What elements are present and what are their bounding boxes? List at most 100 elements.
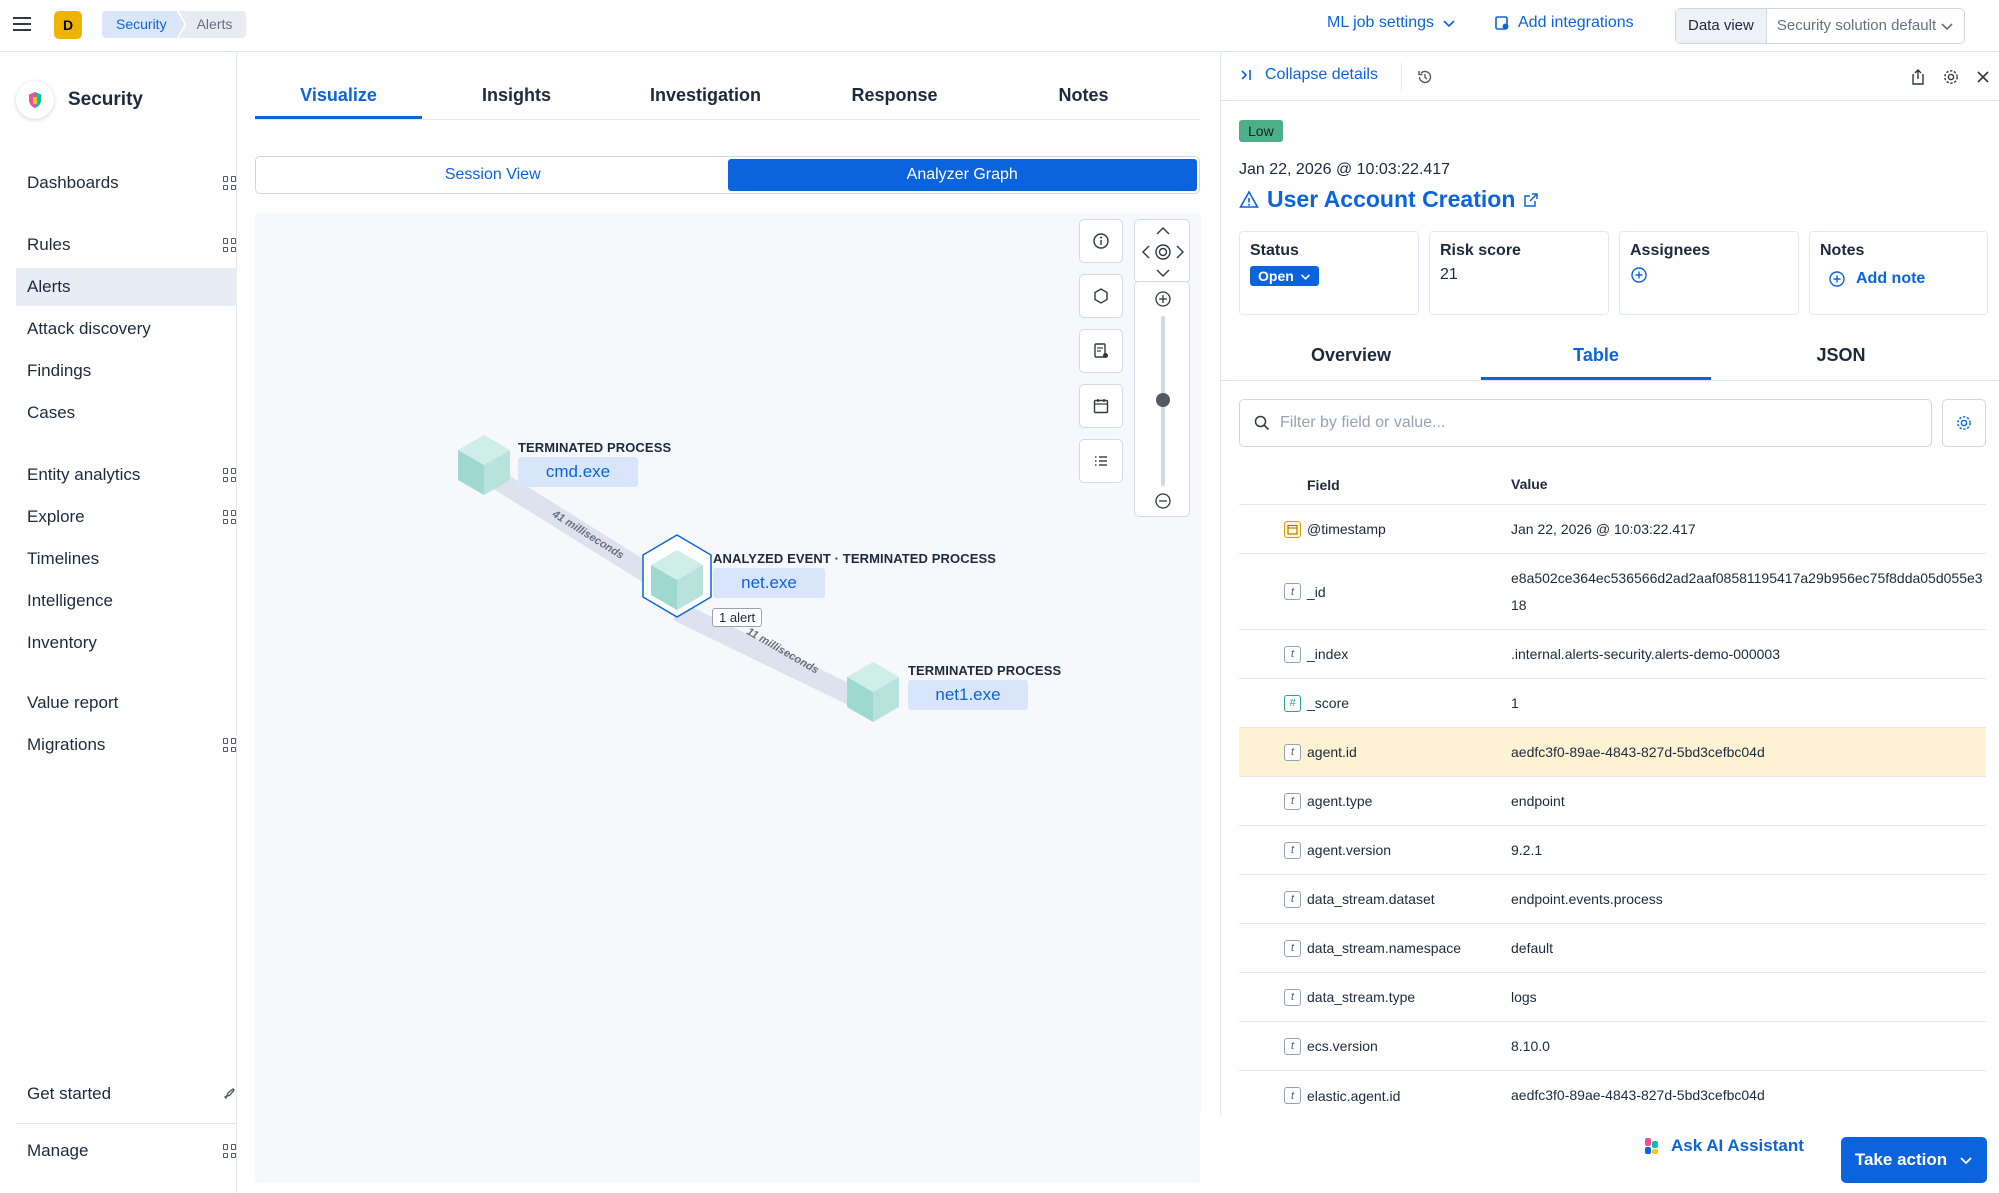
table-header: Field Value (1239, 465, 1986, 505)
sidebar-item-timelines[interactable]: Timelines (16, 540, 237, 578)
table-settings-button[interactable] (1942, 399, 1986, 447)
list-icon (1095, 456, 1107, 466)
pan-left-icon[interactable] (1142, 245, 1150, 259)
pan-up-icon[interactable] (1156, 227, 1170, 235)
analyzer-graph-button[interactable]: Analyzer Graph (727, 159, 1197, 191)
field-name: agent.id (1307, 744, 1357, 760)
sidebar-item-inventory[interactable]: Inventory (16, 624, 237, 662)
column-header-value[interactable]: Value (1511, 471, 1986, 498)
sidebar-item-label: Explore (27, 507, 85, 526)
sidebar-item-dashboards[interactable]: Dashboards (16, 164, 237, 202)
status-dropdown[interactable]: Open (1250, 266, 1319, 286)
node-shape-button[interactable] (1079, 274, 1123, 318)
collapse-right-icon (1241, 70, 1251, 80)
table-row[interactable]: t _id e8a502ce364ec536566d2ad2aaf0858119… (1239, 554, 1986, 630)
process-list-button[interactable] (1079, 439, 1123, 483)
sidebar-item-value-report[interactable]: Value report (16, 684, 237, 722)
take-action-button[interactable]: Take action (1841, 1137, 1987, 1183)
sidebar-item-cases[interactable]: Cases (16, 394, 237, 432)
data-view-picker[interactable]: Data view Security solution default (1675, 8, 1965, 44)
sidebar-item-rules[interactable]: Rules (16, 226, 237, 264)
share-icon (1912, 69, 1924, 85)
sort-events-button[interactable] (1079, 329, 1123, 373)
table-row[interactable]: t data_stream.namespace default (1239, 924, 1986, 973)
add-note-button[interactable]: Add note (1828, 270, 1977, 288)
field-name: elastic.agent.id (1307, 1087, 1401, 1104)
assignees-title: Assignees (1630, 242, 1711, 259)
filter-search-input[interactable] (1280, 414, 1920, 432)
flyout-tabs: Overview Table JSON (1221, 333, 1999, 381)
sidebar-item-alerts[interactable]: Alerts (16, 268, 237, 306)
string-type-icon: t (1284, 792, 1301, 810)
field-value: endpoint.events.process (1511, 890, 1663, 907)
sidebar-item-migrations[interactable]: Migrations (16, 726, 237, 764)
date-range-button[interactable] (1079, 384, 1123, 428)
net1-node-cube[interactable] (847, 662, 899, 722)
node-name-cmd[interactable]: cmd.exe (518, 457, 638, 487)
table-row[interactable]: # _score 1 (1239, 679, 1986, 728)
field-name: data_stream.dataset (1307, 891, 1435, 907)
tab-overview[interactable]: Overview (1221, 333, 1481, 380)
table-row[interactable]: t ecs.version 8.10.0 (1239, 1022, 1986, 1071)
take-action-label: Take action (1854, 1150, 1948, 1169)
sidebar-item-label: Entity analytics (27, 465, 141, 484)
pan-right-icon[interactable] (1176, 245, 1184, 259)
zoom-out-icon[interactable] (1155, 493, 1171, 509)
table-row[interactable]: t agent.version 9.2.1 (1239, 826, 1986, 875)
tab-json[interactable]: JSON (1711, 333, 1971, 380)
pan-control[interactable] (1134, 219, 1190, 283)
collapse-details-button[interactable]: Collapse details (1239, 66, 1378, 84)
sidebar-item-intelligence[interactable]: Intelligence (16, 582, 237, 620)
share-button[interactable] (1906, 65, 1930, 89)
sidebar-item-get-started[interactable]: Get started (16, 1075, 237, 1113)
sidebar-item-manage[interactable]: Manage (16, 1132, 237, 1170)
analyzer-graph-canvas[interactable]: TERMINATED PROCESS cmd.exe ANALYZED EVEN… (255, 213, 1201, 1183)
legend-info-button[interactable] (1079, 219, 1123, 263)
alert-count-badge[interactable]: 1 alert (712, 608, 763, 627)
table-row[interactable]: t data_stream.dataset endpoint.events.pr… (1239, 875, 1986, 924)
ml-job-settings-button[interactable]: ML job settings (1327, 14, 1456, 32)
close-flyout-button[interactable] (1971, 65, 1995, 89)
history-button[interactable] (1413, 65, 1437, 89)
apps-icon (223, 238, 237, 252)
sidebar-item-entity-analytics[interactable]: Entity analytics (16, 456, 237, 494)
field-name: _id (1307, 583, 1326, 600)
add-integrations-button[interactable]: Add integrations (1494, 14, 1634, 32)
node-name-net[interactable]: net.exe (713, 568, 825, 598)
sidebar-item-attack-discovery[interactable]: Attack discovery (16, 310, 237, 348)
add-assignee-icon[interactable] (1630, 266, 1648, 284)
menu-icon[interactable] (10, 12, 34, 36)
sidebar-item-findings[interactable]: Findings (16, 352, 237, 390)
tab-investigation[interactable]: Investigation (611, 70, 800, 119)
zoom-in-icon[interactable] (1155, 291, 1171, 307)
tab-insights[interactable]: Insights (422, 70, 611, 119)
settings-button[interactable] (1939, 65, 1963, 89)
table-row[interactable]: t data_stream.type logs (1239, 973, 1986, 1022)
center-icon[interactable] (1155, 244, 1171, 260)
string-type-icon: t (1284, 890, 1301, 908)
column-header-field[interactable]: Field (1307, 477, 1511, 493)
tab-visualize[interactable]: Visualize (255, 70, 422, 119)
node-name-net1[interactable]: net1.exe (908, 680, 1028, 710)
ask-ai-assistant-button[interactable]: Ask AI Assistant (1643, 1136, 1804, 1156)
number-type-icon: # (1284, 694, 1301, 712)
zoom-slider-thumb[interactable] (1156, 393, 1170, 407)
pan-down-icon[interactable] (1156, 269, 1170, 277)
rule-title-link[interactable]: User Account Creation (1239, 186, 1539, 213)
table-row-highlighted[interactable]: t agent.id aedfc3f0-89ae-4843-827d-5bd3c… (1239, 728, 1986, 777)
view-toggle: Session View Analyzer Graph (255, 156, 1200, 194)
tab-response[interactable]: Response (800, 70, 989, 119)
table-row[interactable]: t _index .internal.alerts-security.alert… (1239, 630, 1986, 679)
sidebar-item-explore[interactable]: Explore (16, 498, 237, 536)
tab-notes[interactable]: Notes (989, 70, 1178, 119)
risk-score-card: Risk score 21 (1429, 231, 1609, 315)
table-row[interactable]: @timestamp Jan 22, 2026 @ 10:03:22.417 (1239, 505, 1986, 554)
space-avatar[interactable]: D (54, 11, 82, 39)
field-value: 9.2.1 (1511, 841, 1543, 858)
session-view-button[interactable]: Session View (258, 159, 728, 191)
table-row[interactable]: t agent.type endpoint (1239, 777, 1986, 826)
tab-table[interactable]: Table (1481, 333, 1711, 380)
table-row[interactable]: t elastic.agent.id aedfc3f0-89ae-4843-82… (1239, 1071, 1986, 1120)
breadcrumb-security[interactable]: Security (102, 11, 185, 38)
field-value: e8a502ce364ec536566d2ad2aaf08581195417a2… (1511, 569, 1983, 613)
